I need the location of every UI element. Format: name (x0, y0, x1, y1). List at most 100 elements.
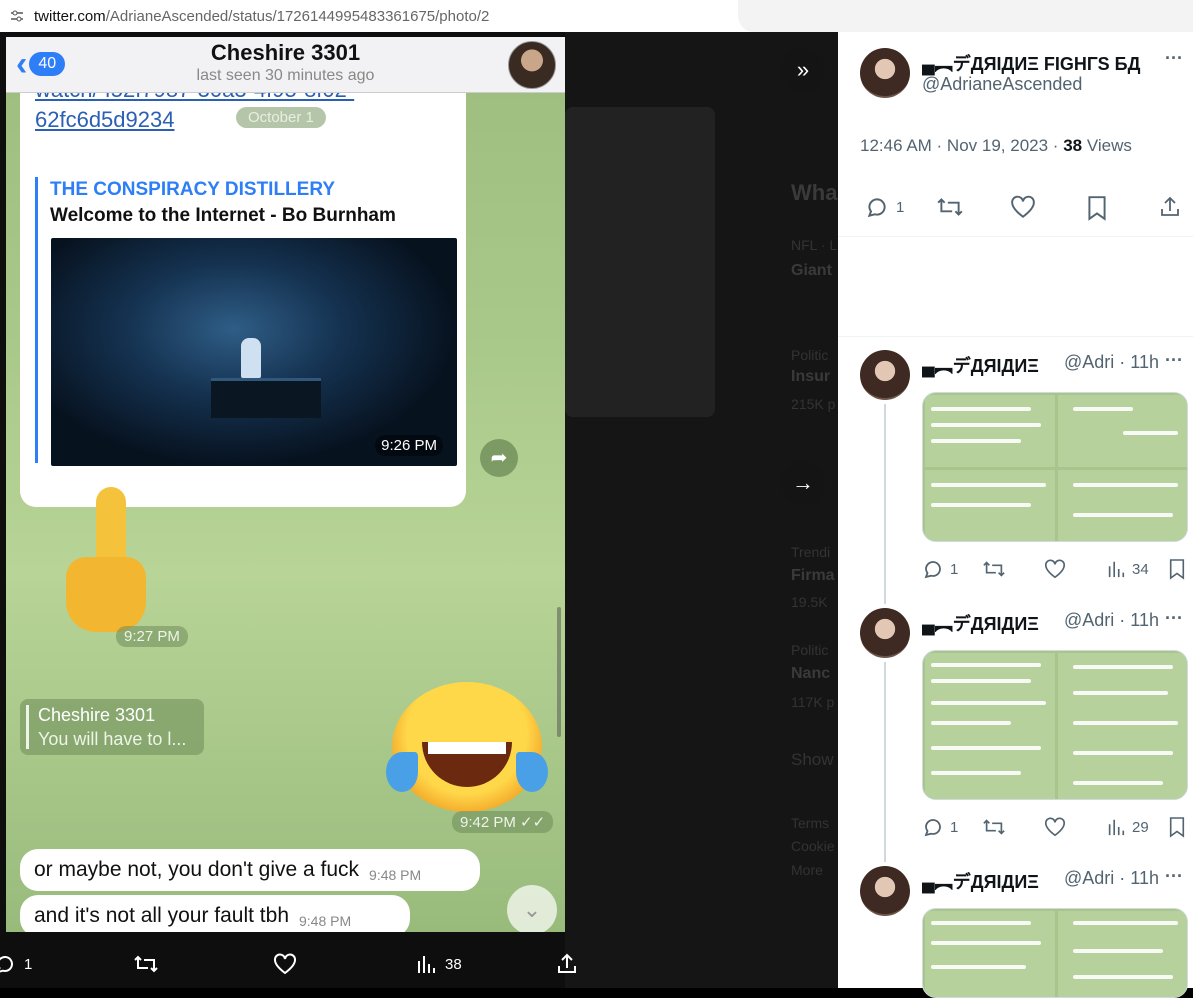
chat-scrollbar (557, 607, 561, 737)
more-options-icon[interactable]: ··· (1165, 48, 1183, 69)
author-handle[interactable]: @AdrianeAscended (922, 74, 1082, 95)
share-upload-icon (558, 953, 576, 973)
retweet-button[interactable] (936, 195, 964, 219)
more-options-icon[interactable]: ··· (1165, 866, 1183, 887)
image-cell (1058, 470, 1187, 541)
retweet-button[interactable] (982, 816, 1006, 838)
reply-author-name[interactable]: ▄︻デДЯIДИΞ (922, 352, 1039, 378)
text-line (931, 941, 1041, 945)
heart-icon (274, 953, 296, 975)
site-info-icon[interactable] (10, 9, 24, 23)
link-message-bubble: watch/ f52f7987-30a3-4f95-8f02-62fc6d5d9… (20, 77, 466, 507)
reply-avatar[interactable] (860, 350, 910, 400)
like-button[interactable] (273, 953, 297, 975)
views-count: 38 (1063, 136, 1083, 155)
like-button[interactable] (1010, 195, 1036, 219)
views-label: Views (1086, 136, 1132, 155)
message-text: or maybe not, you don't give a fuck (34, 858, 360, 881)
views-button[interactable]: 29 (1106, 816, 1149, 838)
ghost-label: Show (791, 750, 834, 769)
emoji-teeth (428, 742, 506, 754)
piano-shape (211, 378, 321, 418)
thread-line (884, 662, 886, 862)
share-button[interactable] (1158, 195, 1182, 219)
views-button[interactable]: 34 (1106, 558, 1149, 580)
arrow-right-icon[interactable]: → (781, 461, 825, 505)
message-time-read: 9:42 PM ✓✓ (452, 811, 554, 833)
share-icon[interactable]: ➦ (480, 439, 518, 477)
reply-author-name[interactable]: ▄︻デДЯIДИΞ (922, 610, 1039, 636)
emoji-finger (96, 487, 126, 567)
ghost-label: NFL · L (791, 237, 838, 253)
more-options-icon[interactable]: ··· (1165, 350, 1183, 371)
like-button[interactable] (1044, 816, 1066, 838)
retweet-button[interactable] (133, 953, 159, 975)
bookmark-button[interactable] (1168, 816, 1186, 838)
message-time: 9:42 PM (460, 814, 516, 831)
ghost-trend: Nanc (791, 665, 831, 682)
views-count: 38 (445, 955, 462, 973)
ghost-label: Politic (791, 642, 829, 658)
text-line (931, 746, 1041, 750)
reply-image-thumbnail[interactable] (922, 392, 1188, 542)
reply-author-handle[interactable]: @Adri · 11h (1064, 868, 1159, 889)
ghost-label: Politic (791, 347, 829, 363)
chat-message: or maybe not, you don't give a fuck 9:48… (20, 849, 480, 891)
tweet-meta: 12:46 AM · Nov 19, 2023 · 38 Views (860, 136, 1132, 156)
share-upload-icon (1161, 196, 1179, 216)
tweet-timestamp[interactable]: 12:46 AM · Nov 19, 2023 · (860, 136, 1058, 155)
reply-image-thumbnail[interactable] (922, 650, 1188, 800)
link-preview-card[interactable]: THE CONSPIRACY DISTILLERY Welcome to the… (35, 177, 457, 466)
reply-author-name[interactable]: ▄︻デДЯIДИΞ (922, 868, 1039, 894)
reply-button[interactable]: 1 (922, 816, 958, 838)
like-button[interactable] (1044, 558, 1066, 580)
emoji-tear-left (386, 752, 418, 792)
contact-avatar[interactable] (508, 41, 556, 89)
reply-snippet: You will have to l... (38, 729, 187, 749)
retweet-button[interactable] (982, 558, 1006, 580)
reply-avatar[interactable] (860, 866, 910, 916)
text-line (1123, 431, 1178, 435)
share-button[interactable] (555, 952, 579, 976)
text-line (931, 407, 1031, 411)
ghost-heading: Wha (791, 180, 838, 205)
media-viewer: Wha NFL · L Giant Politic Insur 215K p T… (0, 32, 838, 988)
analytics-icon (1108, 819, 1125, 836)
reply-author-handle[interactable]: @Adri · 11h (1064, 610, 1159, 631)
message-time: 9:26 PM (375, 435, 443, 456)
author-avatar[interactable] (860, 48, 910, 98)
link-preview-site: THE CONSPIRACY DISTILLERY (50, 179, 336, 200)
media-action-bar: 1 38 (0, 940, 838, 988)
reply-count: 1 (896, 198, 905, 216)
retweet-icon (937, 198, 963, 216)
text-line (1073, 721, 1178, 725)
reply-button[interactable]: 1 (0, 953, 32, 975)
double-chevron-right-icon[interactable]: » (781, 48, 825, 92)
browser-tab-strip (738, 0, 1193, 32)
scroll-down-chevron-icon[interactable]: ⌄ (507, 885, 557, 932)
views-button[interactable]: 38 (415, 953, 462, 975)
reply-quote[interactable]: Cheshire 3301 You will have to l... (20, 699, 204, 755)
tweet-sidebar: ▄︻デДЯIДИΞ FIGHΓS БД @AdrianeAscended ···… (838, 32, 1193, 998)
bookmark-button[interactable] (1086, 195, 1108, 221)
reply-avatar[interactable] (860, 608, 910, 658)
more-options-icon[interactable]: ··· (1165, 608, 1183, 629)
date-separator: October 1 (236, 107, 326, 128)
reply-image-thumbnail[interactable] (922, 908, 1188, 998)
text-line (931, 483, 1046, 487)
bookmark-button[interactable] (1168, 558, 1186, 580)
reply-icon (924, 561, 941, 579)
reply-button[interactable]: 1 (864, 195, 904, 219)
reply-author-handle[interactable]: @Adri · 11h (1064, 352, 1159, 373)
heart-icon (1045, 559, 1065, 579)
thread-line (884, 404, 886, 604)
reply-button[interactable]: 1 (922, 558, 958, 580)
text-line (1073, 483, 1178, 487)
link-preview-image[interactable]: 9:26 PM (51, 238, 457, 466)
text-line (1073, 665, 1173, 669)
performer-figure (241, 338, 261, 378)
author-name[interactable]: ▄︻デДЯIДИΞ FIGHΓS БД (922, 50, 1140, 76)
ghost-label: Trendi (791, 544, 831, 560)
ghost-image (565, 107, 715, 417)
text-line (931, 965, 1026, 969)
